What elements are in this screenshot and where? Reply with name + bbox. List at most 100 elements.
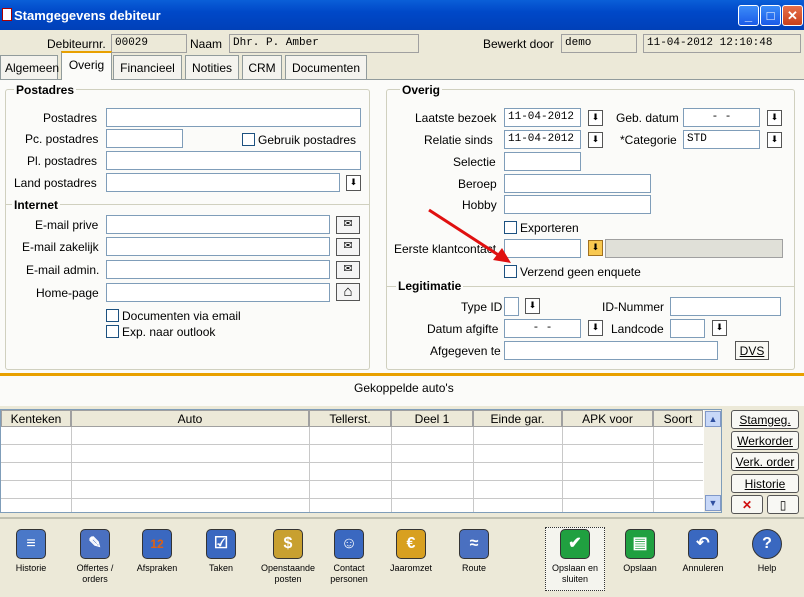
- gebdatum-dropdown-icon[interactable]: ⬇: [767, 110, 782, 126]
- toolbar-annuleren[interactable]: ↶ Annuleren: [673, 529, 733, 574]
- werkorder-button[interactable]: Werkorder: [731, 431, 799, 450]
- tab-crm[interactable]: CRM: [242, 55, 282, 79]
- toolbar-historie[interactable]: ≡ Historie: [1, 529, 61, 574]
- mail-icon[interactable]: ✉: [336, 238, 360, 256]
- idnr-field[interactable]: [670, 297, 781, 316]
- home-icon[interactable]: ⌂: [336, 283, 360, 301]
- laatste-field[interactable]: 11-04-2012: [504, 108, 581, 127]
- toolbar-opslaan-sluiten[interactable]: ✔ Opslaan en sluiten: [545, 529, 605, 585]
- naam-field[interactable]: Dhr. P. Amber: [229, 34, 419, 53]
- postadres-title: Postadres: [14, 83, 77, 97]
- homepage-field[interactable]: [106, 283, 330, 302]
- toolbar-jaaromzet[interactable]: € Jaaromzet: [381, 529, 441, 574]
- email-prive-field[interactable]: [106, 215, 330, 234]
- toolbar-opslaan[interactable]: ▤ Opslaan: [610, 529, 670, 574]
- laatste-dropdown-icon[interactable]: ⬇: [588, 110, 603, 126]
- pc-field[interactable]: [106, 129, 183, 148]
- app-icon: [2, 8, 12, 21]
- land-field[interactable]: [106, 173, 340, 192]
- minimize-button[interactable]: _: [738, 5, 759, 26]
- beroep-field[interactable]: [504, 174, 651, 193]
- bewerkt-field[interactable]: demo: [561, 34, 637, 53]
- pc-label: Pc. postadres: [25, 132, 99, 146]
- hobby-field[interactable]: [504, 195, 651, 214]
- title-bar: Stamgegevens debiteur _ □ ✕: [0, 0, 804, 30]
- datum-afgifte-field[interactable]: - -: [504, 319, 581, 338]
- col-deel1[interactable]: Deel 1: [391, 410, 473, 427]
- categorie-dropdown-icon[interactable]: ⬇: [767, 132, 782, 148]
- relatie-dropdown-icon[interactable]: ⬇: [588, 132, 603, 148]
- exp-outlook-checkbox[interactable]: [106, 325, 119, 338]
- email-admin-field[interactable]: [106, 260, 330, 279]
- col-apk[interactable]: APK voor: [562, 410, 653, 427]
- postadres-field[interactable]: [106, 108, 361, 127]
- stamgeg-button[interactable]: Stamgeg.: [731, 410, 799, 429]
- debnr-field[interactable]: 00029: [111, 34, 187, 53]
- mail-icon[interactable]: ✉: [336, 261, 360, 279]
- eerste-desc-field: [605, 239, 783, 258]
- relatie-field[interactable]: 11-04-2012: [504, 130, 581, 149]
- datum-dropdown-icon[interactable]: ⬇: [588, 320, 603, 336]
- toolbar-help[interactable]: ? Help: [737, 529, 797, 574]
- gebruik-postadres-checkbox[interactable]: [242, 133, 255, 146]
- relatie-label: Relatie sinds: [424, 133, 493, 147]
- help-icon: ?: [752, 529, 782, 559]
- tab-notities[interactable]: Notities: [185, 55, 239, 79]
- categorie-label: *Categorie: [620, 133, 677, 147]
- toolbar-route[interactable]: ≈ Route: [444, 529, 504, 574]
- toolbar-contact[interactable]: ☺ Contact personen: [319, 529, 379, 585]
- tab-financieel[interactable]: Financieel: [113, 55, 182, 79]
- laatste-label: Laatste bezoek: [415, 111, 497, 125]
- col-tellerst[interactable]: Tellerst.: [309, 410, 391, 427]
- landcode-field[interactable]: [670, 319, 705, 338]
- pl-field[interactable]: [106, 151, 361, 170]
- landcode-dropdown-icon[interactable]: ⬇: [712, 320, 727, 336]
- gebdatum-field[interactable]: - -: [683, 108, 760, 127]
- email-zakelijk-field[interactable]: [106, 237, 330, 256]
- afgegeven-field[interactable]: [504, 341, 718, 360]
- scroll-up-icon[interactable]: ▲: [705, 411, 721, 427]
- selectie-field[interactable]: [504, 152, 581, 171]
- landcode-label: Landcode: [611, 322, 664, 336]
- homepage-label: Home-page: [36, 286, 99, 300]
- toolbar-afspraken[interactable]: 12 Afspraken: [127, 529, 187, 574]
- tab-algemeen[interactable]: Algemeen: [0, 55, 59, 79]
- delete-icon[interactable]: ✕: [731, 495, 763, 514]
- categorie-field[interactable]: STD: [683, 130, 760, 149]
- col-auto[interactable]: Auto: [71, 410, 309, 427]
- typeid-dropdown-icon[interactable]: ⬇: [525, 298, 540, 314]
- toolbar-openstaande[interactable]: $ Openstaande posten: [258, 529, 318, 585]
- exporteren-label: Exporteren: [520, 221, 579, 235]
- close-button[interactable]: ✕: [782, 5, 803, 26]
- undo-icon: ↶: [688, 529, 718, 559]
- tab-overig[interactable]: Overig: [61, 51, 112, 80]
- new-document-icon[interactable]: ▯: [767, 495, 799, 514]
- postadres-label: Postadres: [43, 111, 98, 125]
- typeid-field[interactable]: [504, 297, 519, 316]
- toolbar-taken[interactable]: ☑ Taken: [191, 529, 251, 574]
- col-divider: [473, 427, 474, 512]
- people-icon: ☺: [334, 529, 364, 559]
- road-icon: ≈: [459, 529, 489, 559]
- land-dropdown-icon[interactable]: ⬇: [346, 175, 361, 191]
- mail-icon[interactable]: ✉: [336, 216, 360, 234]
- debnr-label: Debiteurnr.: [47, 37, 106, 51]
- col-kenteken[interactable]: Kenteken: [1, 410, 71, 427]
- dvs-button[interactable]: DVS: [735, 341, 769, 360]
- beroep-label: Beroep: [458, 177, 497, 191]
- tab-documenten[interactable]: Documenten: [285, 55, 367, 79]
- historie-button[interactable]: Historie: [731, 474, 799, 493]
- col-soort[interactable]: Soort: [653, 410, 703, 427]
- docs-email-checkbox[interactable]: [106, 309, 119, 322]
- eerste-dropdown-icon[interactable]: ⬇: [588, 240, 603, 256]
- col-divider: [391, 427, 392, 512]
- maximize-button[interactable]: □: [760, 5, 781, 26]
- verk-order-button[interactable]: Verk. order: [731, 452, 799, 471]
- verzend-checkbox[interactable]: [504, 265, 517, 278]
- scroll-icon: ≡: [16, 529, 46, 559]
- verzend-label: Verzend geen enquete: [520, 265, 641, 279]
- toolbar-offertes[interactable]: ✎ Offertes / orders: [65, 529, 125, 585]
- eerste-field[interactable]: [504, 239, 581, 258]
- col-einde-gar[interactable]: Einde gar.: [473, 410, 562, 427]
- scroll-down-icon[interactable]: ▼: [705, 495, 721, 511]
